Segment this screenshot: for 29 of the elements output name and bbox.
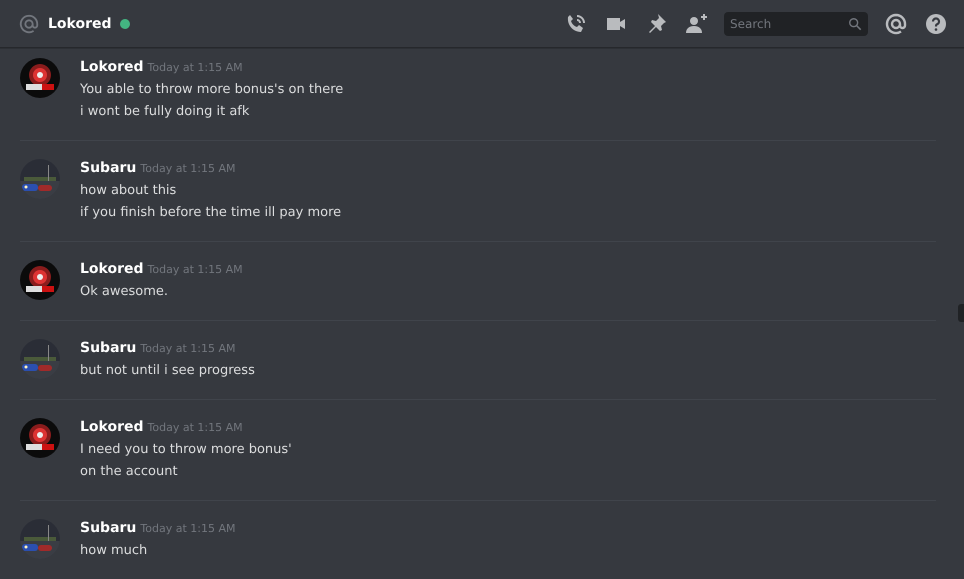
scrollbar-thumb[interactable] [958,304,964,322]
username[interactable]: Lokored [80,56,144,78]
timestamp: Today at 1:15 AM [148,420,243,436]
message-text: how about this [80,182,178,200]
username[interactable]: Subaru [80,157,136,179]
mention-icon [18,12,40,34]
message-text: I need you to throw more bonus' [80,441,292,459]
timestamp: Today at 1:15 AM [140,341,236,357]
help-icon[interactable] [924,12,948,36]
search-field[interactable]: Search [724,12,868,36]
search-icon [848,16,862,30]
message-text: on the account [80,463,179,481]
message-text: if you finish before the time ill pay more [80,204,342,222]
username[interactable]: Subaru [80,337,136,359]
message-text: You able to throw more bonus's on there [80,81,344,99]
add-friend-icon[interactable] [684,12,708,36]
message-text: but not until i see progress [80,362,255,380]
timestamp: Today at 1:15 AM [148,262,243,278]
timestamp: Today at 1:15 AM [140,161,236,177]
message-text: i wont be fully doing it afk [80,103,250,121]
username[interactable]: Lokored [80,416,144,438]
username[interactable]: Lokored [80,258,144,280]
mention-icon[interactable] [884,12,908,36]
message-text: how much [80,542,148,560]
message-text: Ok awesome. [80,283,170,301]
channel-title: Lokored [48,16,112,32]
username[interactable]: Subaru [80,517,136,539]
timestamp: Today at 1:15 AM [140,521,236,537]
timestamp: Today at 1:15 AM [148,60,243,76]
